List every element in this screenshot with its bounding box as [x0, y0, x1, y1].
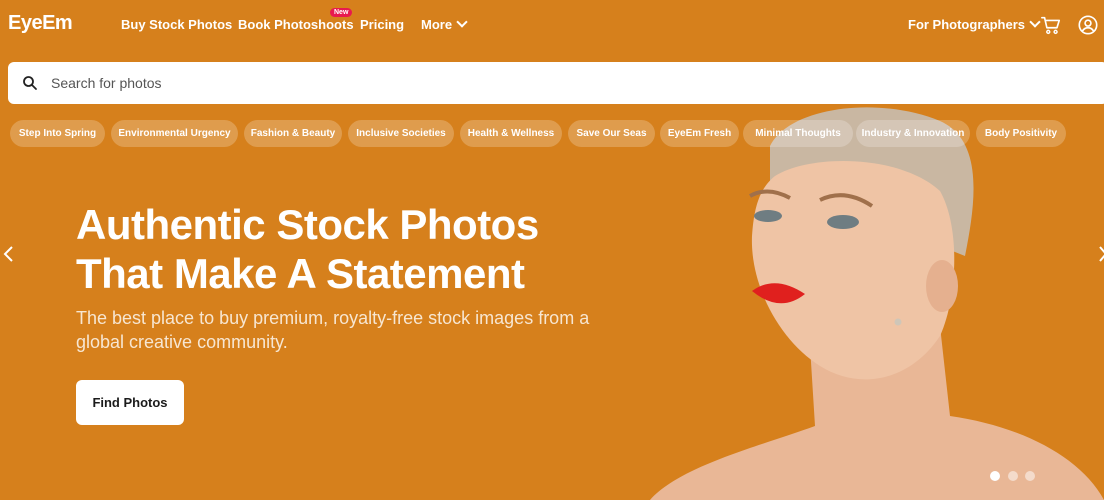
hero-title-line-2: That Make A Statement [76, 250, 525, 297]
nav-buy-stock-photos[interactable]: Buy Stock Photos [121, 17, 232, 32]
chip-minimal-thoughts[interactable]: Minimal Thoughts [743, 120, 853, 147]
carousel-dot-2[interactable] [1008, 471, 1018, 481]
hero-title: Authentic Stock Photos That Make A State… [76, 200, 539, 298]
chip-inclusive-societies[interactable]: Inclusive Societies [348, 120, 454, 147]
chevron-down-icon [456, 16, 468, 28]
logo[interactable]: EyeEm [8, 12, 73, 35]
nav-for-photographers[interactable]: For Photographers [908, 16, 1041, 32]
hero-photo [650, 107, 1104, 500]
chip-eyeem-fresh[interactable]: EyeEm Fresh [660, 120, 739, 147]
search-icon [23, 76, 37, 90]
new-badge: New [330, 8, 353, 17]
search-input[interactable] [51, 71, 951, 95]
chip-fashion-beauty[interactable]: Fashion & Beauty [244, 120, 342, 147]
nav-for-photographers-label: For Photographers [908, 17, 1026, 32]
hero-subtitle: The best place to buy premium, royalty-f… [76, 308, 590, 352]
nav-more[interactable]: More [421, 16, 468, 32]
chevron-right-icon[interactable] [1098, 245, 1104, 263]
cart-icon[interactable] [1040, 14, 1062, 36]
carousel-dot-3[interactable] [1025, 471, 1035, 481]
chip-industry-innovation[interactable]: Industry & Innovation [856, 120, 970, 147]
chip-environmental-urgency[interactable]: Environmental Urgency [111, 120, 238, 147]
chip-save-our-seas[interactable]: Save Our Seas [568, 120, 655, 147]
find-photos-button[interactable]: Find Photos [76, 380, 184, 425]
chip-health-wellness[interactable]: Health & Wellness [460, 120, 562, 147]
chip-body-positivity[interactable]: Body Positivity [976, 120, 1066, 147]
chevron-down-icon [1029, 16, 1041, 28]
chip-step-into-spring[interactable]: Step Into Spring [10, 120, 105, 147]
user-icon[interactable] [1077, 14, 1099, 36]
chevron-left-icon[interactable] [3, 245, 15, 263]
nav-book-photoshoots[interactable]: Book Photoshoots [238, 17, 354, 32]
carousel-dot-1[interactable] [990, 471, 1000, 481]
nav-more-label: More [421, 17, 453, 32]
nav-pricing[interactable]: Pricing [360, 17, 404, 32]
hero-title-line-1: Authentic Stock Photos [76, 201, 539, 248]
